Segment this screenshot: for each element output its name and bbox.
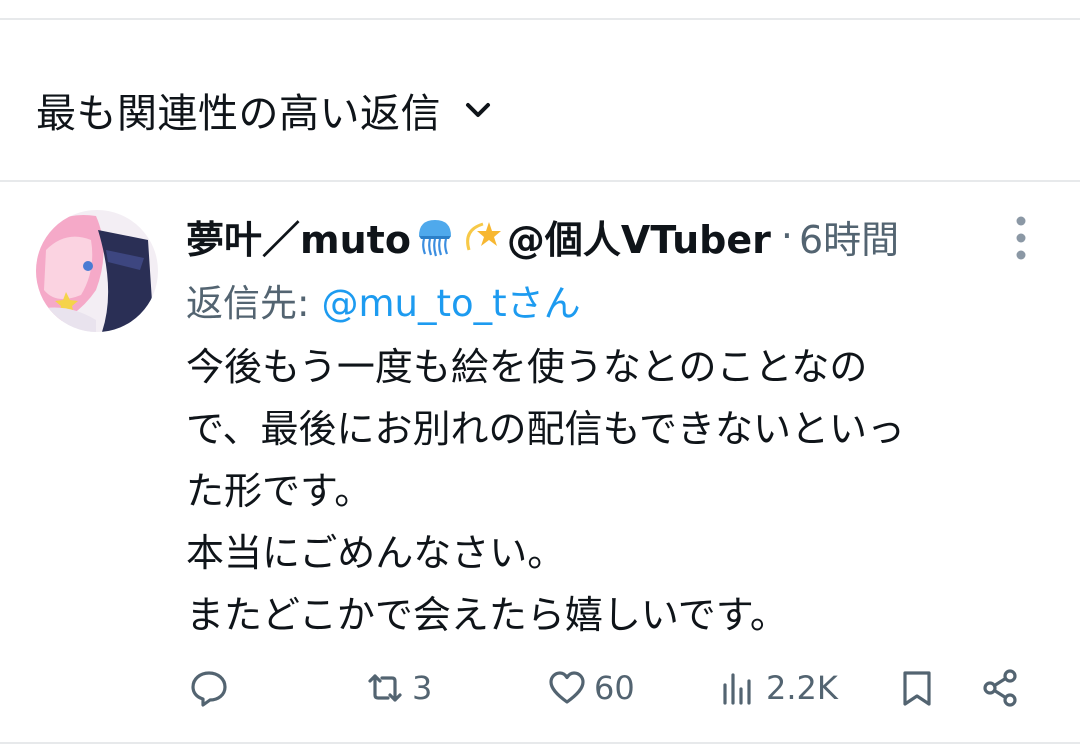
tweet-body-line: で、最後にお別れの配信もできないといっ	[186, 407, 905, 451]
top-divider	[0, 18, 1080, 20]
retweet-button[interactable]: 3	[364, 660, 432, 716]
bookmark-icon	[903, 671, 931, 706]
section-divider	[0, 180, 1080, 182]
tweet-actions: 3 60 2.2K	[0, 660, 1080, 716]
jellyfish-icon	[418, 220, 451, 257]
retweet-count: 3	[412, 669, 433, 707]
reply-button[interactable]	[188, 660, 236, 716]
author-name-suffix[interactable]: @個人VTuber	[507, 209, 771, 264]
bookmark-button[interactable]	[896, 660, 938, 716]
heart-icon	[549, 671, 585, 704]
tweet-header: 夢叶／muto @個人VTuber · 6時間	[186, 208, 899, 264]
reply-handle-link[interactable]: @mu_to_tさん	[321, 273, 580, 327]
chevron-down-icon	[463, 95, 493, 125]
tweet-body-line: 本当にごめんなさい。	[186, 531, 566, 575]
tweet-body-line: またどこかで会えたら嬉しいです。	[186, 593, 788, 637]
tweet-body-line: 今後もう一度も絵を使うなとのことなの	[186, 345, 868, 389]
views-count: 2.2K	[766, 669, 838, 707]
views-icon	[723, 673, 751, 705]
avatar[interactable]	[36, 210, 158, 332]
tweet-timestamp[interactable]: 6時間	[799, 209, 899, 264]
dizzy-star-icon	[466, 222, 501, 251]
like-count: 60	[594, 669, 635, 707]
reply-sort-dropdown[interactable]: 最も関連性の高い返信	[36, 80, 493, 140]
time-separator: ·	[780, 214, 793, 258]
reply-prefix: 返信先:	[186, 282, 310, 325]
share-icon	[983, 669, 1017, 707]
like-button[interactable]: 60	[546, 660, 635, 716]
reply-sort-label: 最も関連性の高い返信	[36, 91, 441, 137]
tweet-body-line: た形です。	[186, 469, 373, 513]
more-options-icon[interactable]	[1004, 212, 1038, 264]
bottom-divider	[0, 742, 1080, 744]
share-button[interactable]	[980, 660, 1022, 716]
author-name[interactable]: 夢叶／muto	[186, 209, 411, 264]
tweet-body: 今後もう一度も絵を使うなとのことなの で、最後にお別れの配信もできないといっ た…	[186, 336, 1036, 646]
views-button[interactable]: 2.2K	[718, 660, 838, 716]
reply-context: 返信先: @mu_to_tさん	[186, 272, 581, 328]
reply-icon	[191, 671, 227, 707]
retweet-icon	[368, 674, 402, 702]
